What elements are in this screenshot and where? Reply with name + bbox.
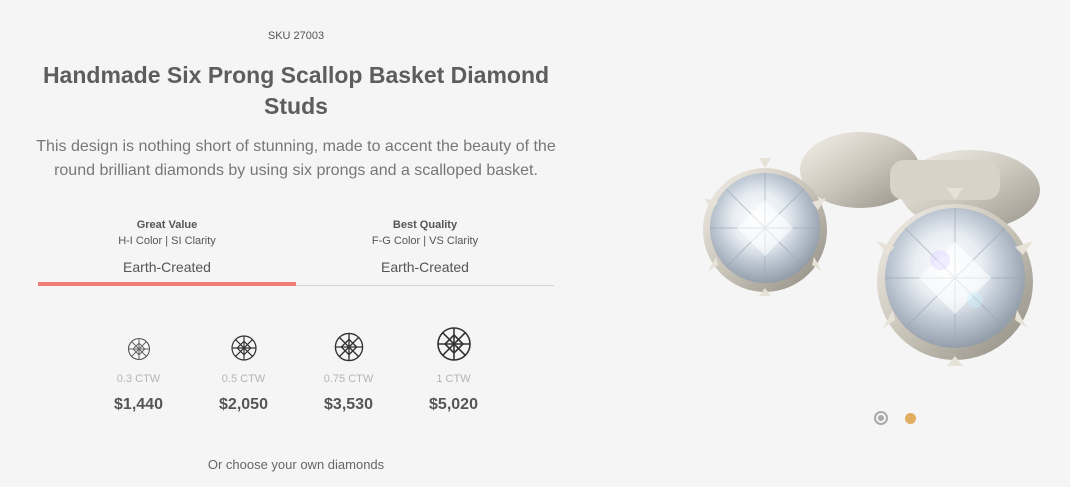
size-ctw: 0.75 CTW [323,373,374,385]
size-price: $3,530 [324,396,373,413]
tab-best-quality[interactable]: Best Quality F-G Color | VS Clarity Eart… [296,210,554,286]
size-ctw: 0.3 CTW [116,373,161,385]
product-title: Handmade Six Prong Scallop Basket Diamon… [42,62,550,119]
product-description: This design is nothing short of stunning… [36,138,556,179]
tab-label: Earth-Created [123,259,211,275]
diamond-icon [86,336,191,362]
size-ctw: 1 CTW [436,373,471,385]
tab-name: Best Quality [392,219,458,231]
size-ctw: 0.5 CTW [221,373,266,385]
tab-label: Earth-Created [381,259,469,275]
tab-spec: H-I Color | SI Clarity [118,235,216,247]
tab-spec: F-G Color | VS Clarity [371,235,479,247]
diamond-icon [191,333,296,363]
tab-name: Great Value [136,219,198,231]
carousel-dot-2[interactable] [905,413,916,424]
sku-label: SKU 27003 [267,30,325,42]
tab-great-value[interactable]: Great Value H-I Color | SI Clarity Earth… [38,210,296,286]
size-option-0-3[interactable]: 0.3 CTW $1,440 [86,320,191,420]
choose-own-diamonds-link[interactable]: Or choose your own diamonds [0,457,592,472]
carousel-dot-1[interactable] [874,411,888,425]
product-image [640,60,1070,400]
size-price: $2,050 [219,396,268,413]
diamond-icon [296,330,401,364]
carat-size-options: 0.3 CTW $1,440 0.5 CTW $2,050 0.75 CTW $… [86,320,506,420]
size-price: $5,020 [429,396,478,413]
diamond-icon [401,324,506,364]
size-price: $1,440 [114,396,163,413]
size-option-0-75[interactable]: 0.75 CTW $3,530 [296,320,401,420]
product-info: SKU 27003 Handmade Six Prong Scallop Bas… [0,0,592,487]
active-tab-indicator [38,282,296,286]
quality-tabs: Great Value H-I Color | SI Clarity Earth… [38,210,554,286]
size-option-0-5[interactable]: 0.5 CTW $2,050 [191,320,296,420]
tab-indicator [296,282,554,286]
image-carousel-dots [874,409,924,427]
size-option-1[interactable]: 1 CTW $5,020 [401,320,506,420]
